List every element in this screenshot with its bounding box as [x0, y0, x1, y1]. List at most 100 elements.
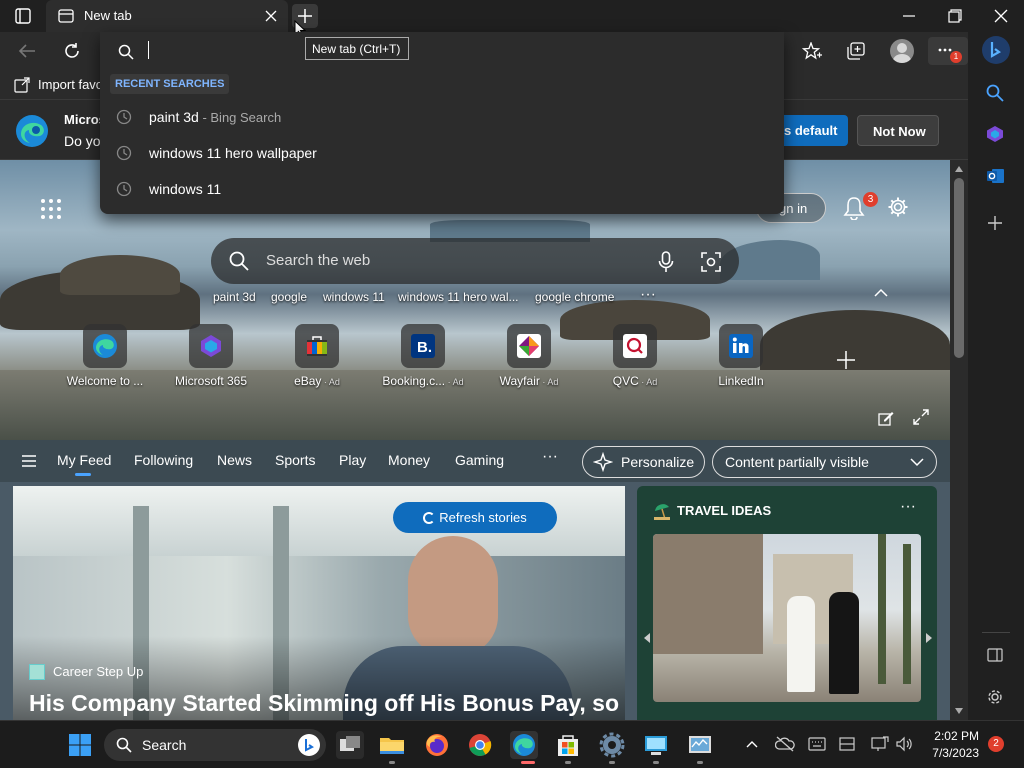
- tab-money[interactable]: Money: [388, 452, 430, 468]
- quick-link-booking[interactable]: B. Booking.c... · Ad: [370, 324, 476, 394]
- story-headline[interactable]: His Company Started Skimming off His Bon…: [29, 690, 619, 717]
- personalize-button[interactable]: Personalize: [582, 446, 705, 478]
- file-explorer-icon[interactable]: [378, 731, 406, 759]
- settings-app-icon[interactable]: [598, 731, 626, 759]
- travel-photo[interactable]: [653, 534, 921, 702]
- sidebar-outlook-icon[interactable]: [986, 167, 1004, 185]
- top-story-card[interactable]: Refresh stories Career Step Up His Compa…: [13, 486, 625, 720]
- microsoft-store-icon[interactable]: [554, 731, 582, 759]
- chrome-icon[interactable]: [466, 731, 494, 759]
- more-suggestions-icon[interactable]: ···: [640, 286, 656, 304]
- suggestion-windows-11[interactable]: windows 11: [323, 290, 385, 304]
- travel-ideas-card[interactable]: TRAVEL IDEAS ···: [637, 486, 937, 720]
- notifications-bell-icon[interactable]: [843, 196, 865, 220]
- sidebar-add-icon[interactable]: [987, 215, 1003, 231]
- recent-search-item[interactable]: windows 11: [100, 171, 784, 207]
- chevron-down-icon: [910, 458, 924, 467]
- sidebar-search-icon[interactable]: [986, 84, 1004, 102]
- suggestion-windows-11-hero[interactable]: windows 11 hero wal...: [398, 290, 519, 304]
- ad-label: · Ad: [445, 377, 464, 387]
- network-icon[interactable]: [871, 736, 889, 752]
- carousel-next-icon[interactable]: [925, 632, 933, 644]
- suggestion-google[interactable]: google: [271, 290, 307, 304]
- suggestion-paint-3d[interactable]: paint 3d: [213, 290, 256, 304]
- sidebar-microsoft-365-icon[interactable]: [986, 125, 1004, 143]
- clock-time[interactable]: 2:02 PM: [923, 729, 979, 743]
- clock-date[interactable]: 7/3/2023: [923, 746, 979, 760]
- sidebar-settings-icon[interactable]: [986, 688, 1004, 706]
- keyboard-icon[interactable]: [808, 737, 826, 751]
- taskbar-search-box[interactable]: Search: [104, 729, 326, 761]
- tab-sports[interactable]: Sports: [275, 452, 315, 468]
- volume-icon[interactable]: [895, 736, 913, 752]
- import-favorites-link[interactable]: Import favo: [38, 77, 103, 92]
- remote-desktop-icon[interactable]: [642, 731, 670, 759]
- quick-link-welcome[interactable]: Welcome to ...: [52, 324, 158, 394]
- edge-taskbar-icon[interactable]: [510, 731, 538, 759]
- content-visibility-dropdown[interactable]: Content partially visible: [712, 446, 937, 478]
- collapse-chevron-up-icon[interactable]: [874, 288, 888, 298]
- more-tabs-icon[interactable]: ···: [542, 448, 558, 466]
- expand-icon[interactable]: [913, 409, 929, 425]
- tab-play[interactable]: Play: [339, 452, 366, 468]
- refresh-icon[interactable]: [63, 42, 81, 60]
- microphone-icon[interactable]: [658, 251, 674, 273]
- quick-link-qvc[interactable]: QVC · Ad: [582, 324, 688, 394]
- not-now-button[interactable]: Not Now: [857, 115, 939, 146]
- search-icon: [229, 251, 249, 271]
- restore-icon[interactable]: [948, 9, 962, 23]
- scrollbar-thumb[interactable]: [954, 178, 964, 358]
- favorites-star-icon[interactable]: [802, 42, 822, 60]
- web-search-box[interactable]: Search the web: [211, 238, 739, 284]
- edge-logo-icon: [15, 114, 49, 148]
- feed-menu-icon[interactable]: [21, 454, 37, 468]
- task-view-icon[interactable]: [336, 731, 364, 759]
- notification-center-badge[interactable]: 2: [988, 736, 1004, 752]
- start-windows-icon[interactable]: [68, 733, 92, 757]
- bing-taskbar-icon: [298, 734, 320, 756]
- scroll-down-icon[interactable]: [955, 708, 963, 714]
- resource-monitor-icon[interactable]: [686, 731, 714, 759]
- refresh-stories-button[interactable]: Refresh stories: [393, 502, 557, 533]
- firefox-icon[interactable]: [423, 731, 451, 759]
- tab-news[interactable]: News: [217, 452, 252, 468]
- show-hidden-icons-chevron-icon[interactable]: [746, 740, 758, 748]
- close-window-icon[interactable]: [994, 9, 1008, 23]
- minimize-icon[interactable]: [902, 10, 916, 22]
- svg-text:B.: B.: [417, 339, 432, 356]
- suggestion-google-chrome[interactable]: google chrome: [535, 290, 614, 304]
- scroll-up-icon[interactable]: [955, 166, 963, 172]
- recent-search-item[interactable]: windows 11 hero wallpaper: [100, 135, 784, 171]
- settings-and-more-button[interactable]: 1: [928, 37, 968, 65]
- tab-actions-icon[interactable]: [15, 8, 31, 24]
- quick-link-linkedin[interactable]: LinkedIn: [688, 324, 794, 394]
- recent-searches-label: RECENT SEARCHES: [110, 74, 230, 94]
- apps-launcher-icon[interactable]: [40, 198, 62, 220]
- card-more-icon[interactable]: ···: [900, 498, 916, 516]
- carousel-prev-icon[interactable]: [643, 632, 651, 644]
- address-input-caret[interactable]: [148, 41, 149, 59]
- profile-avatar[interactable]: [890, 39, 914, 63]
- quick-link-wayfair[interactable]: Wayfair · Ad: [476, 324, 582, 394]
- recent-search-item[interactable]: paint 3d - Bing Search: [100, 99, 784, 135]
- tab-gaming[interactable]: Gaming: [455, 452, 504, 468]
- page-scrollbar[interactable]: [950, 160, 968, 720]
- linkedin-icon: [719, 324, 763, 368]
- tab-new-tab[interactable]: New tab: [46, 0, 288, 32]
- add-quick-link-icon[interactable]: [836, 350, 856, 370]
- back-icon[interactable]: [18, 43, 36, 59]
- onedrive-offline-icon[interactable]: [775, 736, 795, 752]
- hide-sidebar-icon[interactable]: [987, 648, 1003, 662]
- tab-my-feed[interactable]: My Feed: [57, 452, 111, 468]
- visual-search-icon[interactable]: [701, 252, 721, 272]
- bing-chat-icon[interactable]: [982, 36, 1010, 64]
- page-settings-gear-icon[interactable]: [887, 196, 909, 218]
- quick-link-microsoft-365[interactable]: Microsoft 365: [158, 324, 264, 394]
- quick-link-ebay[interactable]: eBay · Ad: [264, 324, 370, 394]
- ad-label: · Ad: [638, 377, 658, 387]
- tab-following[interactable]: Following: [134, 452, 193, 468]
- edit-background-icon[interactable]: [878, 410, 894, 426]
- collections-icon[interactable]: [846, 42, 866, 60]
- tab-close-icon[interactable]: [265, 10, 277, 22]
- language-bar-icon[interactable]: [839, 737, 855, 751]
